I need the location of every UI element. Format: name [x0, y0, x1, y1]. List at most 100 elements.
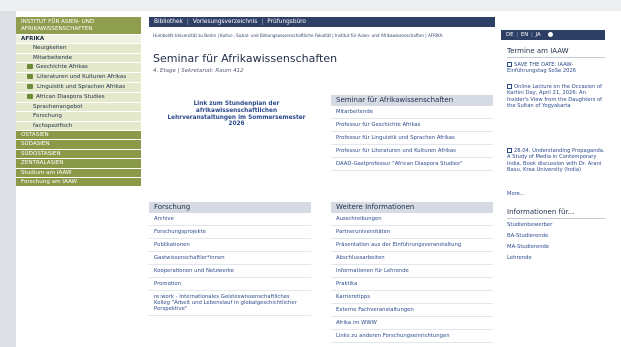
info-divider — [507, 218, 605, 219]
topbar-separator: | — [186, 19, 189, 25]
weitere-row-link[interactable]: Abschlussarbeiten — [331, 252, 493, 265]
info-title: Informationen für... — [507, 208, 575, 216]
forschung-row-link[interactable]: Gastwissenschaftler*innen — [149, 252, 311, 265]
nav-item-8[interactable]: fachspezifisch — [16, 121, 141, 131]
topbar-pruefungsbuero-link[interactable]: Prüfungsbüro — [267, 19, 306, 25]
folder-icon — [27, 93, 33, 99]
nav-item-3[interactable]: Literaturen und Kulturen Afrikas — [16, 72, 141, 83]
nav-item-0[interactable]: Neuigkeiten — [16, 44, 141, 54]
forschung-row-link[interactable]: Kooperationen und Netzwerke — [149, 265, 311, 278]
info-studienbewerber-link[interactable]: Studienbewerber — [507, 222, 552, 228]
nav-item-label: Sprachenangebot — [33, 103, 83, 110]
nav-item-label: Forschung am IAAW — [21, 178, 78, 185]
event-text: SAVE THE DATE: IAAW-Einführungstag SoSe … — [507, 62, 577, 75]
info-ma-link[interactable]: MA-Studierende — [507, 244, 549, 250]
lang-separator: | — [516, 32, 519, 38]
weitere-row-link[interactable]: Links zu anderen Forschungseinrichtungen — [331, 330, 493, 343]
weitere-row-link[interactable]: Externe Fachveranstaltungen — [331, 304, 493, 317]
left-navigation: INSTITUT FÜR ASIEN- UND AFRIKAWISSENSCHA… — [16, 17, 141, 188]
nav-item-label: SÜDOSTASIEN — [21, 150, 61, 157]
nav-item-2[interactable]: Geschichte Afrikas — [16, 63, 141, 73]
nav-item-label: OSTASIEN — [21, 131, 49, 138]
weitere-row-link[interactable]: Afrika im WWW — [331, 317, 493, 330]
forschung-row-link[interactable]: Publikationen — [149, 239, 311, 252]
seminar-row-link[interactable]: Professur für Linguistik und Sprachen Af… — [331, 132, 493, 145]
termine-title: Termine am IAAW — [507, 47, 569, 55]
topbar-separator: | — [261, 19, 264, 25]
forschung-box-rows: Archive Forschungsprojekte Publikationen Ga… — [149, 213, 311, 291]
seminar-row-link[interactable]: Professur für Geschichte Afrikas — [331, 119, 493, 132]
weitere-row-link[interactable]: Praktika — [331, 278, 493, 291]
folder-icon — [27, 84, 33, 90]
top-gap — [0, 0, 621, 11]
forschung-box: Forschung Archive Forschungsprojekte Publi… — [149, 202, 311, 316]
lang-ja-link[interactable]: JA — [536, 32, 541, 38]
forschung-box-heading: Forschung — [149, 202, 311, 213]
nav-items: Neuigkeiten Mitarbeitende Geschichte Afrik… — [16, 44, 141, 188]
nav-item-label: fachspezifisch — [33, 122, 73, 129]
event-item[interactable]: Online Lecture on the Occasion of Kartin… — [507, 84, 607, 109]
forschung-rework-link[interactable]: re:work - Internationales Geisteswissens… — [149, 291, 311, 316]
event-item[interactable]: SAVE THE DATE: IAAW-Einführungstag SoSe … — [507, 62, 607, 75]
seminar-box-rows: Mitarbeitende Professur für Geschichte Af… — [331, 106, 493, 171]
event-text: 28.04. Understanding Propaganda. A Study… — [507, 148, 605, 173]
folder-icon — [27, 63, 33, 69]
seminar-box: Seminar für Afrikawissenschaften Mitarbe… — [331, 95, 493, 171]
nav-item-label: SÜDASIEN — [21, 141, 50, 148]
nav-item-label: African Diaspora Studies — [36, 94, 105, 101]
nav-item-label: Studium am IAAW — [21, 169, 72, 176]
nav-item-4[interactable]: Linguistik und Sprachen Afrikas — [16, 82, 141, 94]
forschung-row-link[interactable]: Promotion — [149, 278, 311, 291]
lang-en-link[interactable]: EN — [521, 32, 528, 38]
weitere-row-link[interactable]: Präsentation aus der Einführungsveransta… — [331, 239, 493, 252]
forschung-row-link[interactable]: Forschungsprojekte — [149, 226, 311, 239]
nav-institute-link[interactable]: INSTITUT FÜR ASIEN- UND AFRIKAWISSENSCHA… — [16, 17, 141, 35]
nav-item-6[interactable]: Sprachenangebot — [16, 102, 141, 113]
nav-item-label: Linguistik und Sprachen Afrikas — [37, 83, 126, 90]
seminar-row-link[interactable]: DAAD-Gastprofessur "African Diaspora Stu… — [331, 158, 493, 171]
info-lehrende-link[interactable]: Lehrende — [507, 255, 532, 261]
nav-item-9[interactable]: OSTASIEN — [16, 130, 141, 141]
weitere-row-link[interactable]: Informationen für Lehrende — [331, 265, 493, 278]
page-subtitle: 4. Etage | Sekretariat: Raum 412 — [153, 68, 244, 74]
nav-item-12[interactable]: ZENTRALASIEN — [16, 159, 141, 169]
lang-separator: | — [531, 32, 533, 38]
nav-item-afrika[interactable]: AFRIKA — [16, 35, 141, 45]
seminar-row-link[interactable]: Professur für Literaturen und Kulturen A… — [331, 145, 493, 158]
weitere-row-link[interactable]: Ausschreibungen — [331, 213, 493, 226]
topbar-vorlesungsverzeichnis-link[interactable]: Vorlesungsverzeichnis — [193, 19, 257, 25]
nav-item-11[interactable]: SÜDOSTASIEN — [16, 149, 141, 160]
nav-item-label: Forschung — [33, 113, 62, 120]
nav-item-5[interactable]: African Diaspora Studies — [16, 93, 141, 103]
nav-item-14[interactable]: Forschung am IAAW — [16, 177, 141, 188]
nav-item-label: ZENTRALASIEN — [21, 160, 64, 167]
top-navbar: Bibliothek | Vorlesungsverzeichnis | Prüfung… — [149, 17, 495, 27]
nav-item-1[interactable]: Mitarbeitende — [16, 53, 141, 64]
contrast-toggle-icon[interactable] — [548, 31, 554, 37]
calendar-icon — [507, 84, 512, 89]
weitere-row-link[interactable]: Partneruniversitäten — [331, 226, 493, 239]
nav-item-7[interactable]: Forschung — [16, 112, 141, 122]
nav-item-10[interactable]: SÜDASIEN — [16, 140, 141, 150]
weitere-row-link[interactable]: Karrieretipps — [331, 291, 493, 304]
nav-item-label: Mitarbeitende — [33, 54, 73, 61]
event-item[interactable]: 28.04. Understanding Propaganda. A Study… — [507, 148, 607, 173]
seminar-row-link[interactable]: Mitarbeitende — [331, 106, 493, 119]
topbar-bibliothek-link[interactable]: Bibliothek — [154, 19, 183, 25]
breadcrumb[interactable]: Humboldt-Universität zu Berlin | Kultur-… — [153, 33, 493, 39]
calendar-icon — [507, 148, 512, 153]
nav-item-label: Literaturen und Kulturen Afrikas — [37, 73, 127, 80]
nav-item-label: Neuigkeiten — [33, 45, 67, 52]
lang-de-link[interactable]: DE — [506, 32, 514, 38]
weitere-box-rows: Ausschreibungen Partneruniversitäten Präse… — [331, 213, 493, 343]
schedule-link[interactable]: Link zum Stundenplan der afrikawissensch… — [164, 101, 309, 128]
language-bar: DE | EN | JA — [501, 30, 605, 40]
forschung-row-link[interactable]: Archive — [149, 213, 311, 226]
info-ba-link[interactable]: BA-Studierende — [507, 233, 548, 239]
seminar-box-heading: Seminar für Afrikawissenschaften — [331, 95, 493, 106]
more-events-link[interactable]: More... — [507, 191, 525, 197]
calendar-icon — [507, 62, 512, 67]
nav-item-13[interactable]: Studium am IAAW — [16, 168, 141, 178]
weitere-box-heading: Weitere Informationen — [331, 202, 493, 213]
folder-icon — [27, 74, 33, 80]
